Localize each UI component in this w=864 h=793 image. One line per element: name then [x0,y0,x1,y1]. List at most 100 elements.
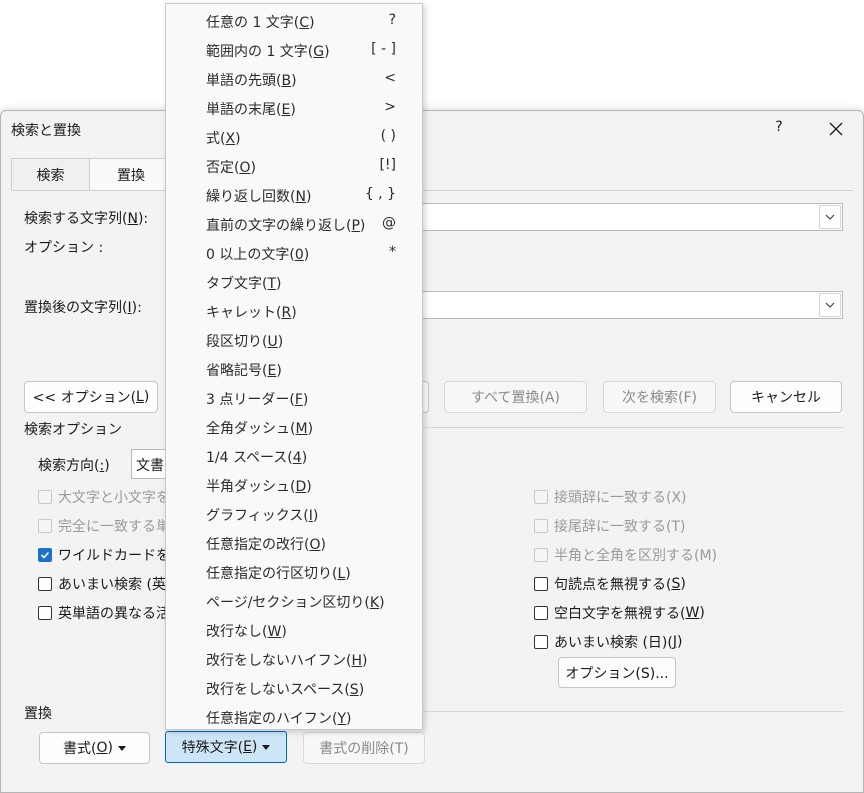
menu-item-label: 繰り返し回数(N) [206,189,312,205]
less-options-button[interactable]: << オプション(L) [24,381,158,413]
menu-item-label: 1/4 スペース(4) [206,450,308,466]
tab-search[interactable]: 検索 [11,158,89,190]
replace-label: 置換後の文字列(I): [24,300,142,316]
whole-word-checkbox[interactable]: 完全に一致する単 [38,516,170,536]
checkbox-box [534,577,548,591]
special-characters-button[interactable]: 特殊文字(E) [165,731,287,763]
menu-item-label: 範囲内の 1 文字(G) [206,44,330,60]
menu-item-label: ページ/セクション区切り(K) [206,595,385,611]
menu-item-label: 改行なし(W) [206,624,287,640]
menu-item-label: 改行をしないハイフン(H) [206,653,368,669]
caret-down-icon [117,745,126,751]
checkbox-box [38,490,52,504]
checkbox-box [534,635,548,649]
menu-item[interactable]: グラフィックス(I) [166,499,422,528]
menu-item[interactable]: 任意指定の行区切り(L) [166,557,422,586]
menu-item[interactable]: 単語の末尾(E) > [166,93,422,122]
menu-item-label: 任意の 1 文字(C) [206,15,315,31]
menu-item-label: 任意指定の行区切り(L) [206,566,351,582]
menu-item[interactable]: キャレット(R) [166,296,422,325]
replace-dropdown-button[interactable] [819,293,841,317]
clear-format-button[interactable]: 書式の削除(T) [303,732,425,764]
replace-all-button[interactable]: すべて置換(A) [444,381,587,413]
menu-item[interactable]: 式(X) ( ) [166,122,422,151]
chevron-down-icon [825,214,835,220]
menu-item[interactable]: 改行をしないハイフン(H) [166,644,422,673]
ignore-punct-checkbox[interactable]: 句読点を無視する(S) [534,574,686,594]
menu-item-shortcut: [!] [379,157,396,173]
checkbox-box [38,606,52,620]
prefix-checkbox[interactable]: 接頭辞に一致する(X) [534,487,687,507]
menu-item-label: 全角ダッシュ(M) [206,421,314,437]
tab-panel-border [11,190,853,191]
menu-item[interactable]: 段区切り(U) [166,325,422,354]
close-button[interactable] [821,115,851,143]
menu-item[interactable]: 単語の先頭(B) < [166,64,422,93]
find-label: 検索する文字列(N): [24,211,149,227]
menu-item[interactable]: 全角ダッシュ(M) [166,412,422,441]
width-checkbox[interactable]: 半角と全角を区別する(M) [534,545,717,565]
replace-group-label: 置換 [24,706,52,722]
ignore-space-checkbox[interactable]: 空白文字を無視する(W) [534,603,705,623]
menu-item[interactable]: 改行なし(W) [166,615,422,644]
menu-item[interactable]: 範囲内の 1 文字(G) [ - ] [166,35,422,64]
menu-item[interactable]: 任意指定のハイフン(Y) [166,702,422,731]
menu-item[interactable]: 任意指定の改行(O) [166,528,422,557]
menu-item-label: 半角ダッシュ(D) [206,479,312,495]
find-next-button[interactable]: 次を検索(F) [603,381,716,413]
checkbox-box [534,519,548,533]
menu-item-label: 単語の先頭(B) [206,73,297,89]
checkbox-box [38,519,52,533]
menu-item-label: 否定(O) [206,160,256,176]
menu-item[interactable]: 任意の 1 文字(C)? [166,6,422,35]
chevron-down-icon [825,302,835,308]
close-icon [829,122,843,136]
replace-combobox[interactable] [421,291,843,319]
menu-item-shortcut: { , } [364,186,396,202]
menu-item-label: 省略記号(E) [206,363,282,379]
menu-item[interactable]: 1/4 スペース(4) [166,441,422,470]
menu-item-label: 式(X) [206,131,241,147]
fuzzy-jp-checkbox[interactable]: あいまい検索 (日)(J) [534,632,682,652]
menu-item-label: グラフィックス(I) [206,508,319,524]
menu-item-shortcut: @ [382,215,396,231]
find-replace-dialog: 検索と置換 ? 検索 置換 検索する文字列(N): オプション : 置換後の文字… [0,110,864,793]
checkbox-checked [38,548,52,562]
cancel-button[interactable]: キャンセル [730,381,842,413]
menu-item-shortcut: < [384,70,396,86]
menu-item[interactable]: 0 以上の文字(0) * [166,238,422,267]
title-bar: 検索と置換 ? [1,111,863,147]
menu-item[interactable]: 3 点リーダー(F) [166,383,422,412]
format-button[interactable]: 書式(O) [39,732,150,764]
menu-item-label: 改行をしないスペース(S) [206,682,365,698]
menu-item[interactable]: タブ文字(T) [166,267,422,296]
menu-item[interactable]: 半角ダッシュ(D) [166,470,422,499]
tab-replace[interactable]: 置換 [89,158,173,191]
help-button[interactable]: ? [771,119,787,139]
group-divider [421,427,843,428]
fuzzy-en-checkbox[interactable]: あいまい検索 (英 [38,574,166,594]
fuzzy-options-button[interactable]: オプション(S)... [558,657,676,688]
menu-item-label: 3 点リーダー(F) [206,392,309,408]
caret-down-icon [262,744,271,750]
word-forms-checkbox[interactable]: 英単語の異なる活 [38,603,170,623]
find-combobox[interactable] [421,203,843,231]
menu-item[interactable]: 繰り返し回数(N) { , } [166,180,422,209]
menu-item-shortcut: > [384,99,396,115]
checkbox-box [534,548,548,562]
menu-item[interactable]: ページ/セクション区切り(K) [166,586,422,615]
menu-item-label: 0 以上の文字(0) [206,247,310,263]
find-dropdown-button[interactable] [819,205,841,229]
menu-item[interactable]: 改行をしないスペース(S) [166,673,422,702]
menu-item-shortcut: ( ) [380,128,396,144]
checkbox-box [534,490,548,504]
suffix-checkbox[interactable]: 接尾辞に一致する(T) [534,516,685,536]
menu-item[interactable]: 省略記号(E) [166,354,422,383]
search-options-group-label: 検索オプション [24,422,122,438]
wildcards-checkbox[interactable]: ワイルドカードを使 [38,545,184,565]
menu-item[interactable]: 否定(O) [!] [166,151,422,180]
menu-item[interactable]: 直前の文字の繰り返し(P) @ [166,209,422,238]
match-case-checkbox[interactable]: 大文字と小文字を [38,487,170,507]
group-divider [421,711,843,712]
dialog-title: 検索と置換 [11,123,81,139]
